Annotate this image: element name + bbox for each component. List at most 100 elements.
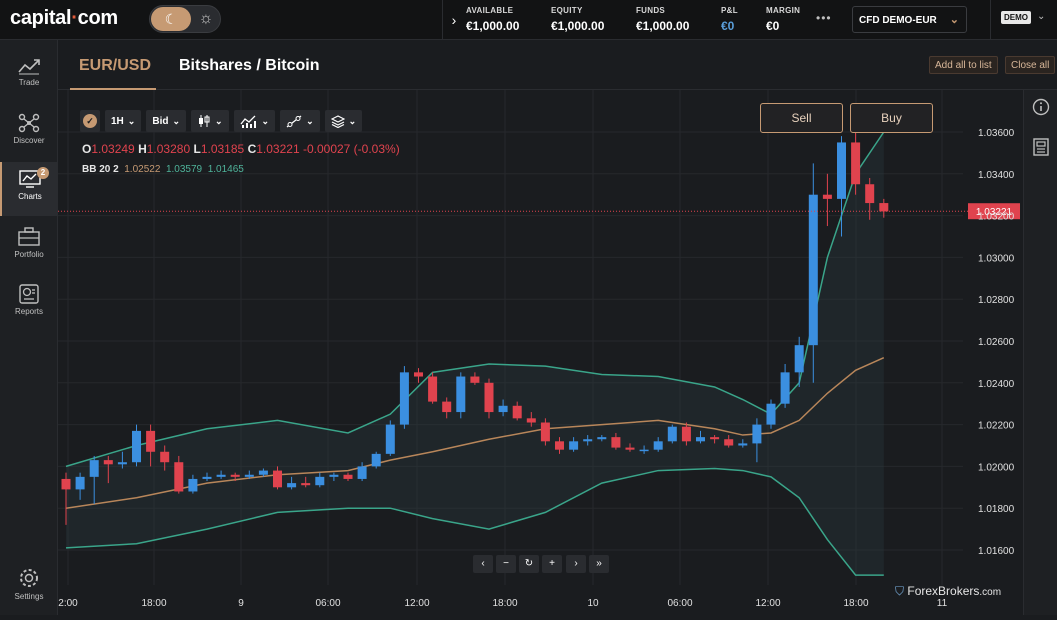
chevron-down-icon: ⌄ — [306, 115, 314, 126]
candle-body — [75, 476, 85, 490]
y-tick-label: 1.02400 — [978, 379, 1015, 390]
candle-body — [103, 460, 113, 465]
candle-body — [202, 476, 212, 479]
scroll-right-button[interactable]: › — [566, 555, 586, 573]
y-tick-label: 1.02200 — [978, 421, 1015, 432]
stat-margin: MARGIN €0 — [766, 6, 801, 33]
scroll-to-end-button[interactable]: » — [589, 555, 609, 573]
chart-type-select[interactable]: ⌄ — [191, 110, 229, 132]
candle-body — [611, 437, 621, 448]
nav-item-reports[interactable]: Reports — [0, 277, 58, 331]
news-icon[interactable] — [1032, 138, 1050, 156]
zoom-out-button[interactable]: − — [496, 555, 516, 573]
y-tick-label: 1.01600 — [978, 546, 1015, 557]
nav-label: Charts — [18, 192, 42, 201]
chart-check-toggle[interactable]: ✓ — [80, 110, 100, 132]
chevron-down-icon: ⌄ — [172, 115, 180, 126]
gear-icon — [20, 569, 38, 587]
account-select[interactable]: CFD DEMO-EUR ⌄ — [852, 6, 967, 33]
candle-body — [625, 447, 635, 450]
trend-line-icon — [18, 59, 40, 75]
candle-body — [498, 405, 508, 413]
candle-body — [837, 142, 846, 199]
nav-label: Trade — [18, 78, 40, 87]
theme-toggle[interactable]: ☾ ☼ — [149, 5, 221, 33]
candle-body — [414, 372, 423, 377]
sell-button[interactable]: Sell — [760, 103, 843, 133]
zoom-in-button[interactable]: + — [542, 555, 562, 573]
candle-body — [258, 470, 268, 475]
layers-select[interactable]: ⌄ — [324, 110, 363, 132]
y-tick-label: 1.03400 — [978, 170, 1015, 181]
chart-tabs-bar: EUR/USD Bitshares / Bitcoin Add all to l… — [58, 40, 1057, 90]
network-icon — [18, 113, 40, 133]
nav-label: Settings — [14, 592, 44, 601]
x-tick-label: 9 — [238, 598, 244, 609]
tab-bitshares-bitcoin[interactable]: Bitshares / Bitcoin — [179, 57, 319, 75]
scroll-left-button[interactable]: ‹ — [473, 555, 493, 573]
close-all-button[interactable]: Close all — [1005, 56, 1056, 74]
charts-count-badge: 2 — [37, 167, 49, 179]
indicators-select[interactable]: ⌄ — [233, 110, 276, 132]
candle-body — [597, 437, 607, 440]
candle-body — [385, 424, 395, 454]
nav-item-portfolio[interactable]: Portfolio — [0, 220, 58, 274]
candle-body — [583, 439, 593, 442]
chevron-down-icon: ⌄ — [1037, 11, 1046, 22]
left-nav: Trade Discover 2 Charts Portfolio Report… — [0, 40, 58, 615]
chevron-down-icon: ⌄ — [215, 115, 223, 126]
shield-icon: ⛉ — [895, 584, 905, 598]
reset-view-button[interactable]: ↻ — [519, 555, 539, 573]
chevron-down-icon: ⌄ — [127, 115, 136, 126]
candle-body — [146, 430, 156, 452]
candle-body — [794, 345, 804, 373]
info-icon[interactable] — [1032, 98, 1050, 116]
bollinger-readout: BB 20 2 1.02522 1.03579 1.01465 — [82, 164, 244, 175]
nav-item-trade[interactable]: Trade — [0, 50, 58, 104]
chevron-down-icon: ⌄ — [348, 115, 357, 126]
candle-body — [738, 443, 748, 446]
drawing-tools-select[interactable]: ⌄ — [280, 110, 320, 132]
x-tick-label: 18:00 — [492, 598, 517, 609]
candle-body — [555, 441, 564, 450]
nav-item-settings[interactable]: Settings — [0, 560, 58, 614]
check-icon: ✓ — [83, 114, 97, 128]
candle-body — [569, 441, 579, 450]
layers-icon — [330, 114, 345, 128]
candle-body — [273, 470, 282, 488]
candle-body — [822, 194, 832, 199]
candle-body — [301, 483, 311, 486]
candle-body — [724, 439, 734, 446]
nav-item-charts[interactable]: 2 Charts — [0, 162, 58, 216]
y-tick-label: 1.02800 — [978, 295, 1015, 306]
ohlc-readout: O1.03249 H1.03280 L1.03185 C1.03221 -0.0… — [82, 142, 400, 156]
price-type-select[interactable]: Bid ⌄ — [146, 110, 186, 132]
stat-funds: FUNDS €1,000.00 — [636, 6, 690, 33]
candle-body — [117, 462, 127, 465]
candle-body — [808, 194, 818, 346]
candle-body — [399, 372, 409, 425]
add-all-to-list-button[interactable]: Add all to list — [929, 56, 998, 74]
candle-body — [780, 372, 790, 404]
candle-body — [865, 184, 875, 204]
chevron-right-icon[interactable]: › — [443, 12, 465, 28]
candle-body — [470, 376, 480, 383]
nav-item-discover[interactable]: Discover — [0, 106, 58, 160]
tab-eurusd[interactable]: EUR/USD — [79, 57, 151, 75]
top-bar: capital·com ☾ ☼ › AVAILABLE €1,000.00 EQU… — [0, 0, 1057, 40]
x-tick-label: 06:00 — [315, 598, 340, 609]
candlestick-icon — [199, 115, 210, 127]
y-tick-label: 1.03200 — [978, 212, 1015, 223]
more-icon[interactable]: ••• — [816, 11, 832, 25]
drawing-tool-icon — [286, 114, 302, 128]
candle-body — [244, 474, 254, 477]
x-tick-label: 2:00 — [58, 598, 78, 609]
demo-menu[interactable]: DEMO ⌄ — [990, 0, 1057, 40]
candle-body — [89, 460, 99, 477]
buy-button[interactable]: Buy — [850, 103, 933, 133]
interval-select[interactable]: 1H ⌄ — [105, 110, 142, 132]
logo[interactable]: capital·com — [10, 7, 118, 30]
candle-body — [188, 478, 198, 492]
x-tick-label: 18:00 — [843, 598, 868, 609]
candle-body — [428, 376, 438, 402]
